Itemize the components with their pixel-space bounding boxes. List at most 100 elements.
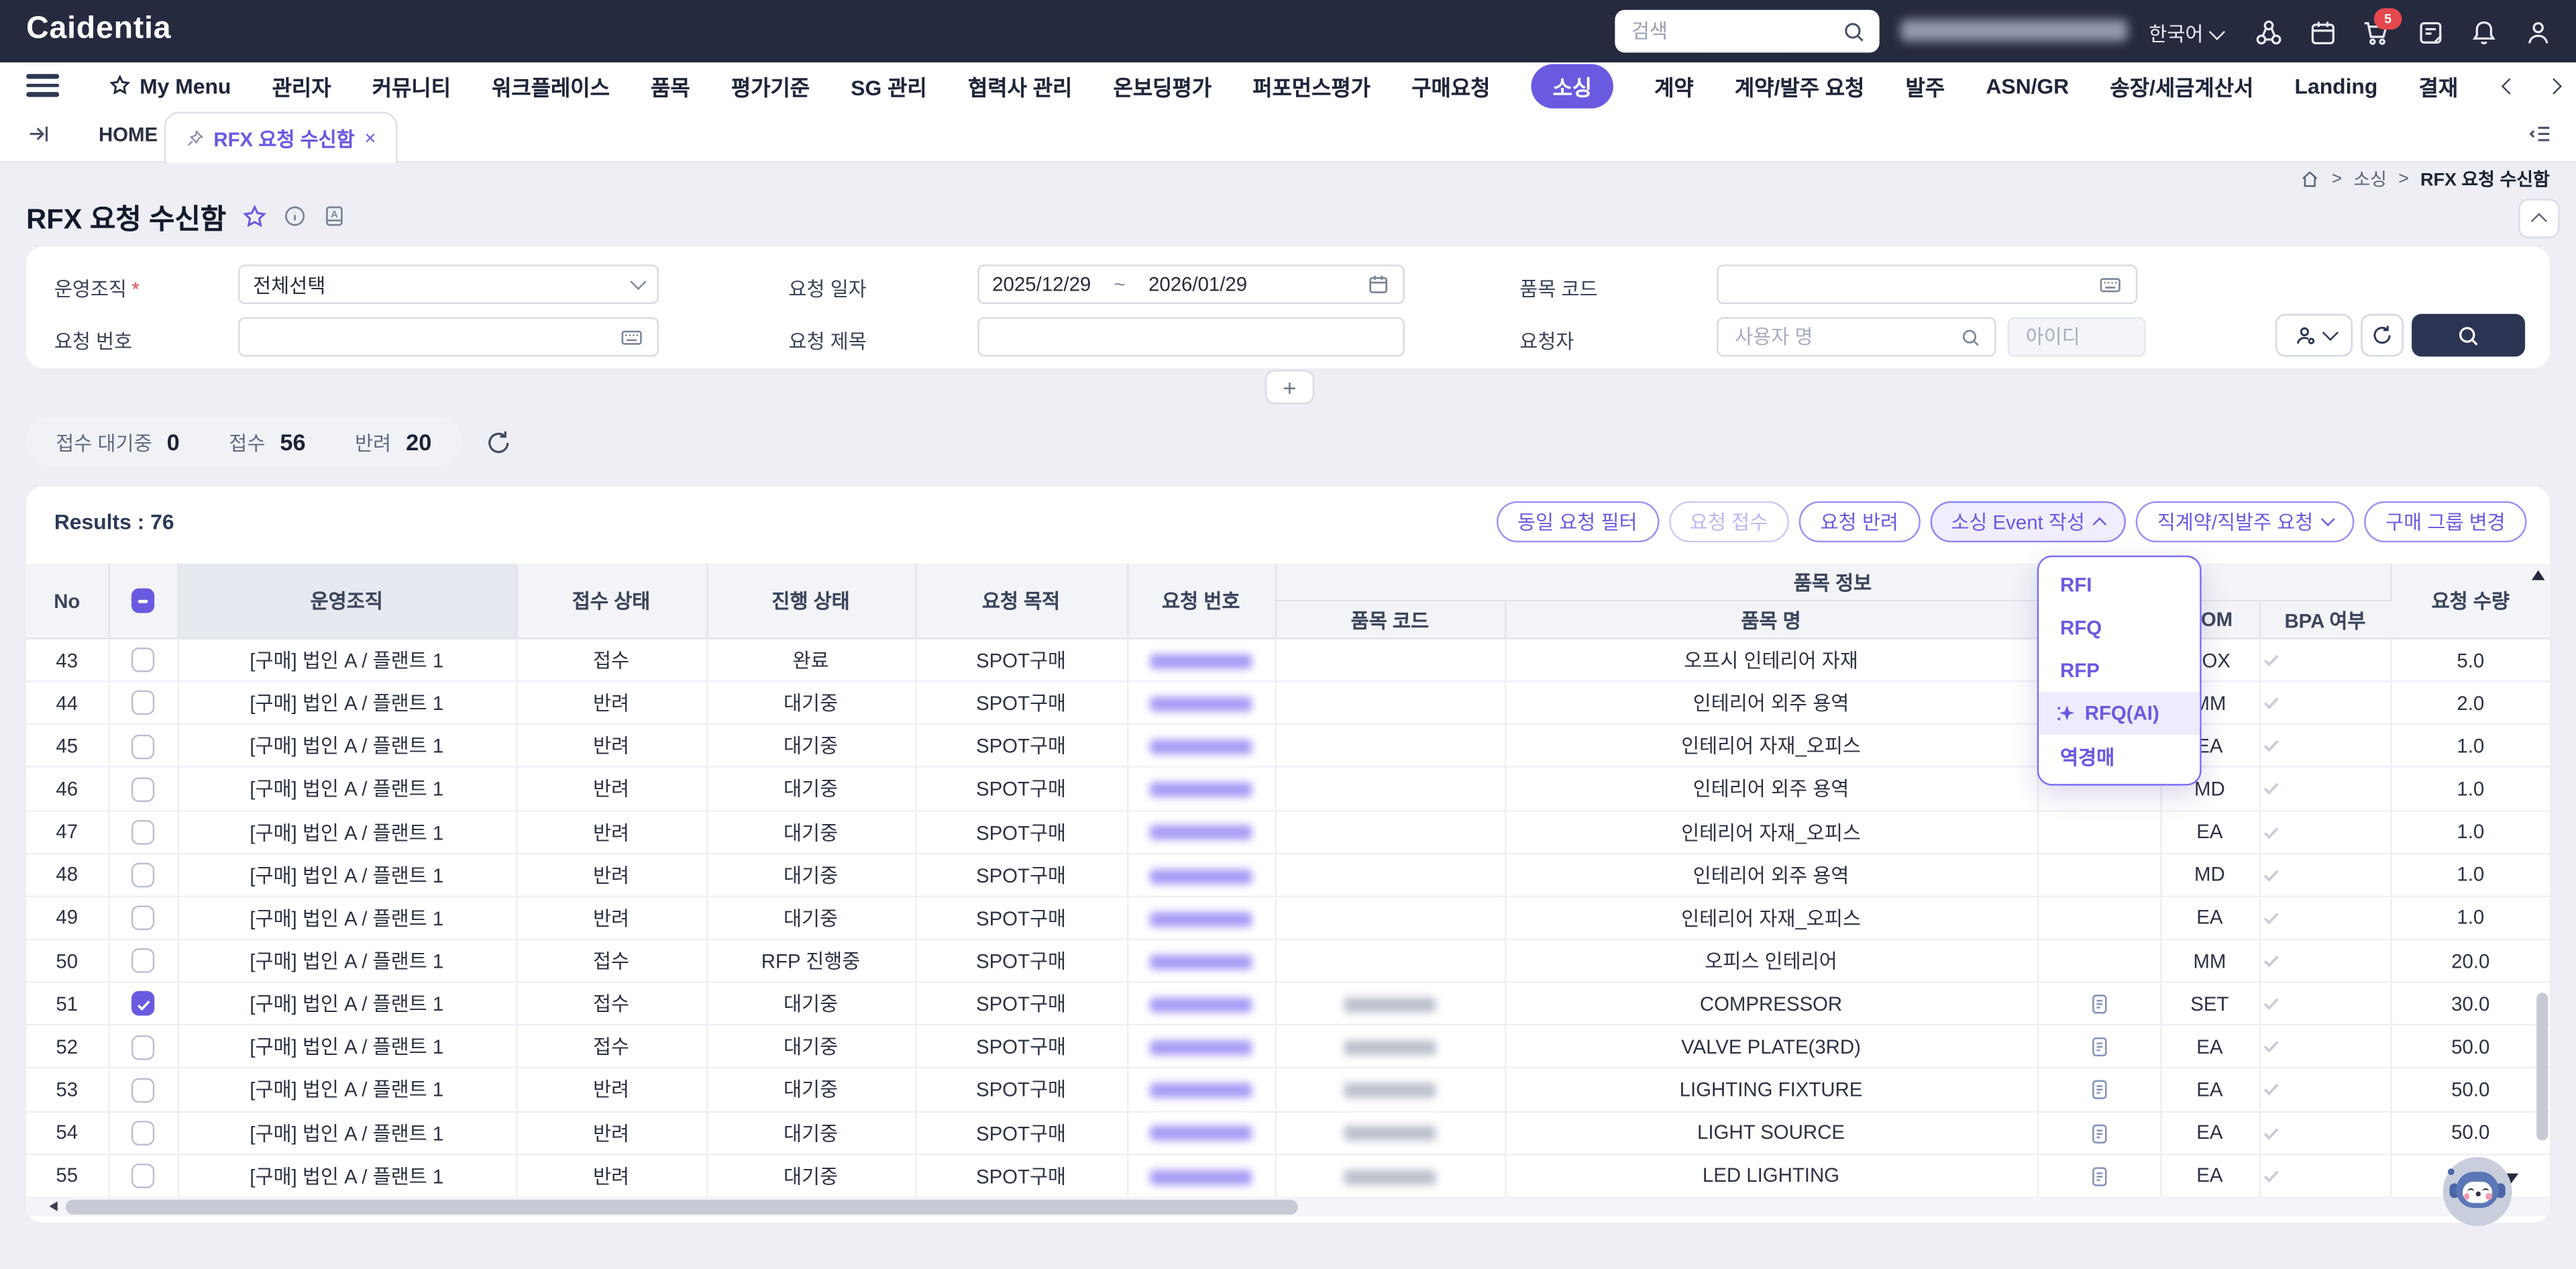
date-to[interactable]: 2026/01/29 bbox=[1148, 273, 1357, 296]
request-no-link[interactable] bbox=[1150, 1041, 1252, 1056]
keyboard-icon[interactable] bbox=[2098, 272, 2123, 297]
row-checkbox[interactable] bbox=[131, 1078, 154, 1103]
org-chart-icon[interactable] bbox=[2254, 18, 2284, 48]
row-checkbox[interactable] bbox=[131, 992, 154, 1017]
row-checkbox[interactable] bbox=[131, 691, 154, 715]
scroll-left-icon[interactable] bbox=[49, 1201, 57, 1211]
tab-active[interactable]: RFX 요청 수신함 × bbox=[164, 112, 397, 163]
menubar-item[interactable]: 커뮤니티 bbox=[372, 70, 451, 101]
hamburger-icon[interactable] bbox=[26, 74, 59, 97]
requester-name-input[interactable] bbox=[1731, 323, 1950, 350]
header-item-name[interactable]: 품목 명 bbox=[1505, 601, 2037, 638]
header-receipt-status[interactable]: 접수 상태 bbox=[516, 564, 706, 638]
request-no-link[interactable] bbox=[1150, 654, 1252, 668]
request-no-link[interactable] bbox=[1150, 825, 1252, 840]
grid-button[interactable]: 동일 요청 필터 bbox=[1496, 501, 1658, 542]
favorite-star-icon[interactable] bbox=[241, 203, 267, 229]
manual-icon[interactable]: A bbox=[321, 204, 346, 229]
menubar-item[interactable]: 워크플레이스 bbox=[492, 70, 610, 101]
grid-button[interactable]: 직계약/직발주 요청 bbox=[2136, 501, 2355, 542]
tab-list-icon[interactable] bbox=[2528, 121, 2553, 146]
row-checkbox[interactable] bbox=[131, 820, 154, 845]
row-checkbox[interactable] bbox=[131, 734, 154, 759]
info-icon[interactable] bbox=[282, 204, 307, 229]
request-no-link[interactable] bbox=[1150, 782, 1252, 797]
dropdown-item[interactable]: RFQ bbox=[2039, 607, 2200, 650]
row-checkbox[interactable] bbox=[131, 906, 154, 931]
pin-icon[interactable] bbox=[186, 129, 204, 147]
menubar-item[interactable]: 결재 bbox=[2419, 70, 2459, 101]
grid-button[interactable]: 구매 그룹 변경 bbox=[2364, 501, 2526, 542]
menubar-item[interactable]: Landing bbox=[2295, 73, 2378, 98]
org-select[interactable]: 전체선택 bbox=[238, 264, 659, 304]
language-selector[interactable]: 한국어 bbox=[2149, 19, 2223, 48]
header-qty[interactable]: 요청 수량 bbox=[2390, 564, 2549, 638]
menubar-item[interactable]: 관리자 bbox=[272, 70, 331, 101]
header-purpose[interactable]: 요청 목적 bbox=[915, 564, 1127, 638]
search-button[interactable] bbox=[2412, 314, 2525, 357]
request-no-link[interactable] bbox=[1150, 740, 1252, 754]
request-no-link[interactable] bbox=[1150, 1170, 1252, 1184]
memo-icon[interactable] bbox=[2416, 18, 2446, 48]
reset-button[interactable] bbox=[2361, 314, 2404, 357]
row-checkbox[interactable] bbox=[131, 648, 154, 672]
request-no-link[interactable] bbox=[1150, 912, 1252, 927]
keyboard-icon[interactable] bbox=[619, 325, 644, 350]
row-checkbox[interactable] bbox=[131, 1164, 154, 1188]
request-no-link[interactable] bbox=[1150, 697, 1252, 711]
grid-button[interactable]: 요청 접수 bbox=[1668, 501, 1789, 542]
vertical-scrollbar-thumb[interactable] bbox=[2536, 993, 2548, 1140]
select-all-checkbox[interactable] bbox=[131, 589, 154, 613]
status-chip[interactable]: 접수56 bbox=[229, 428, 305, 456]
header-org[interactable]: 운영조직 bbox=[177, 564, 515, 638]
item-code-input[interactable] bbox=[1731, 271, 2088, 297]
chevron-left-icon[interactable] bbox=[2502, 77, 2518, 93]
dropdown-item[interactable]: RFQ(AI) bbox=[2039, 692, 2200, 735]
scroll-up-icon[interactable] bbox=[2532, 570, 2545, 580]
tab-close-icon[interactable]: × bbox=[364, 127, 376, 150]
header-req-no[interactable]: 요청 번호 bbox=[1127, 564, 1275, 638]
grid-button[interactable]: 요청 반려 bbox=[1799, 501, 1920, 542]
refresh-icon[interactable] bbox=[484, 428, 513, 456]
menubar-item[interactable]: 퍼포먼스평가 bbox=[1252, 70, 1371, 101]
header-progress-status[interactable]: 진행 상태 bbox=[706, 564, 915, 638]
menubar-item[interactable]: 협력사 관리 bbox=[968, 70, 1072, 101]
calendar-icon[interactable] bbox=[2308, 18, 2338, 48]
request-no-link[interactable] bbox=[1150, 955, 1252, 970]
collapse-search-button[interactable] bbox=[2518, 199, 2559, 238]
row-checkbox[interactable] bbox=[131, 863, 154, 888]
global-search-input[interactable] bbox=[1628, 18, 1841, 44]
bell-icon[interactable] bbox=[2469, 18, 2499, 48]
dropdown-item[interactable]: RFP bbox=[2039, 649, 2200, 692]
grid-button[interactable]: 소싱 Event 작성 bbox=[1929, 501, 2126, 542]
menubar-item[interactable]: My Menu bbox=[109, 73, 231, 98]
chatbot-button[interactable] bbox=[2443, 1157, 2512, 1226]
user-filter-button[interactable] bbox=[2275, 314, 2353, 357]
row-checkbox[interactable] bbox=[131, 777, 154, 802]
chevron-right-icon[interactable] bbox=[2546, 77, 2562, 93]
menubar-item[interactable]: 품목 bbox=[651, 70, 690, 101]
req-no-input[interactable] bbox=[253, 323, 609, 350]
menubar-item[interactable]: 온보딩평가 bbox=[1114, 70, 1212, 101]
menubar-item[interactable]: ASN/GR bbox=[1986, 73, 2069, 98]
menubar-item[interactable]: 구매요청 bbox=[1411, 70, 1490, 101]
date-range[interactable]: 2025/12/29 ~ 2026/01/29 bbox=[977, 264, 1405, 304]
search-icon[interactable] bbox=[1960, 326, 1982, 348]
expand-filter-button[interactable]: + bbox=[1265, 370, 1314, 404]
header-item-code[interactable]: 품목 코드 bbox=[1275, 601, 1505, 638]
user-icon[interactable] bbox=[2524, 18, 2553, 48]
menubar-item[interactable]: 계약 bbox=[1654, 70, 1694, 101]
breadcrumb-section[interactable]: 소싱 bbox=[2353, 166, 2387, 192]
header-bpa[interactable]: BPA 여부 bbox=[2259, 601, 2390, 638]
menubar-item[interactable]: 발주 bbox=[1906, 70, 1945, 101]
row-checkbox[interactable] bbox=[131, 949, 154, 974]
global-search[interactable] bbox=[1615, 10, 1879, 53]
status-chip[interactable]: 접수 대기중0 bbox=[56, 428, 180, 456]
home-icon[interactable] bbox=[2300, 169, 2320, 189]
requester-id-input[interactable] bbox=[2023, 323, 2131, 350]
menubar-item[interactable]: 송장/세금계산서 bbox=[2110, 70, 2253, 101]
request-no-link[interactable] bbox=[1150, 998, 1252, 1013]
row-checkbox[interactable] bbox=[131, 1035, 154, 1060]
tab-home[interactable]: HOME bbox=[99, 123, 158, 146]
search-icon[interactable] bbox=[1841, 19, 1866, 44]
